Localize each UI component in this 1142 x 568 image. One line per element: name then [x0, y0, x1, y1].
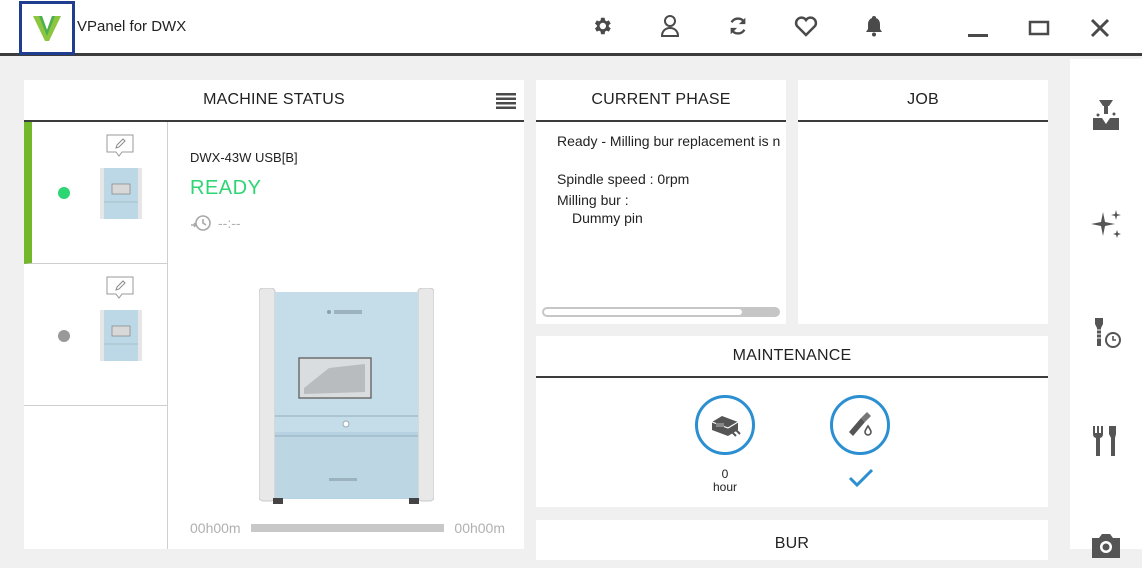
machine-status-panel: MACHINE STATUS DWX-43W USB[B] READY --:-… — [24, 80, 524, 549]
minimize-button[interactable] — [963, 13, 993, 43]
machine-image — [258, 287, 435, 506]
phase-status: Ready - Milling bur replacement is n — [557, 133, 781, 149]
bell-icon[interactable] — [860, 12, 888, 40]
bur-panel: BUR — [536, 520, 1048, 560]
maximize-button[interactable] — [1024, 13, 1054, 43]
machine-model: DWX-43W USB[B] — [190, 150, 298, 165]
maintenance-header: MAINTENANCE — [536, 336, 1048, 378]
machine-clean-icon[interactable] — [695, 395, 755, 455]
machine-status-header: MACHINE STATUS — [24, 80, 524, 122]
horizontal-scrollbar[interactable] — [542, 307, 780, 317]
spindle-speed: Spindle speed : 0rpm — [557, 171, 690, 187]
gear-icon[interactable] — [588, 12, 616, 40]
tools-icon[interactable] — [1088, 423, 1124, 459]
current-phase-body: Ready - Milling bur replacement is n Spi… — [557, 132, 781, 227]
progress-row: 00h00m 00h00m — [190, 520, 505, 536]
bur-timer-icon[interactable] — [1088, 315, 1124, 351]
app-title: VPanel for DWX — [77, 18, 187, 35]
current-phase-header: CURRENT PHASE — [536, 80, 786, 122]
milling-bur-label: Milling bur : — [557, 192, 629, 208]
machine-item[interactable] — [24, 122, 168, 264]
title-bar: VPanel for DWX — [0, 0, 1142, 56]
milling-bur-value: Dummy pin — [572, 210, 643, 226]
maintenance-hours: 0 hour — [695, 468, 755, 494]
refresh-icon[interactable] — [724, 12, 752, 40]
app-logo — [19, 1, 75, 55]
edit-icon[interactable] — [106, 276, 134, 300]
status-dot — [58, 330, 70, 342]
machine-item[interactable] — [24, 264, 168, 406]
spindle-oil-icon[interactable] — [830, 395, 890, 455]
machine-list — [24, 122, 168, 549]
maintenance-panel: MAINTENANCE 0 hour — [536, 336, 1048, 507]
clock-icon — [191, 215, 211, 231]
maintenance-title: MAINTENANCE — [732, 347, 852, 364]
status-dot — [58, 187, 70, 199]
machine-thumbnail — [99, 308, 143, 362]
elapsed-time: 00h00m — [190, 520, 241, 536]
job-panel: JOB — [798, 80, 1048, 324]
machine-state: READY — [190, 177, 262, 199]
remaining-time: --:-- — [218, 215, 241, 231]
machine-status-title: MACHINE STATUS — [203, 91, 345, 108]
total-time: 00h00m — [454, 520, 505, 536]
heart-icon[interactable] — [792, 12, 820, 40]
bur-title: BUR — [774, 535, 810, 552]
job-title: JOB — [907, 91, 939, 108]
job-header: JOB — [798, 80, 1048, 122]
current-phase-title: CURRENT PHASE — [591, 91, 731, 108]
progress-bar — [250, 524, 445, 532]
hours-unit: hour — [712, 480, 738, 494]
edit-icon[interactable] — [106, 134, 134, 158]
close-button[interactable] — [1085, 13, 1115, 43]
menu-icon[interactable] — [496, 92, 516, 110]
current-phase-panel: CURRENT PHASE Ready - Milling bur replac… — [536, 80, 786, 324]
checkmark-icon — [848, 468, 874, 488]
bur-header: BUR — [536, 520, 1048, 568]
milling-icon[interactable] — [1088, 97, 1124, 133]
user-icon[interactable] — [656, 12, 684, 40]
right-sidebar — [1070, 59, 1142, 558]
machine-thumbnail — [99, 166, 143, 220]
scrollbar-thumb[interactable] — [544, 309, 742, 315]
machine-detail: DWX-43W USB[B] READY --:-- 00h00m 00h00m — [169, 122, 524, 549]
remaining-time-row: --:-- — [190, 214, 241, 232]
sparkle-icon[interactable] — [1088, 207, 1124, 243]
camera-icon[interactable] — [1088, 527, 1124, 563]
